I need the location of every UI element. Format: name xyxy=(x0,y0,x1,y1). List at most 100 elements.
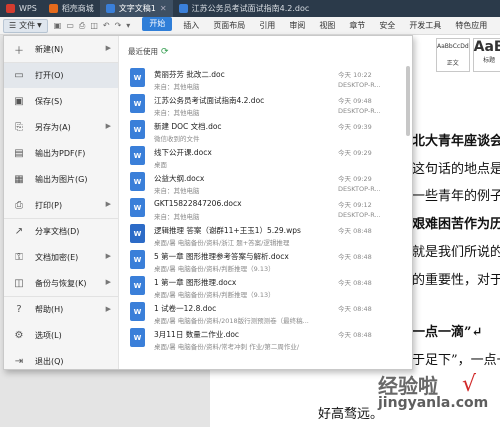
file-menu-item-7[interactable]: ↗ 分享文档(D) xyxy=(4,218,118,244)
file-menu-item-10[interactable]: ? 帮助(H) ▶ xyxy=(4,296,118,322)
recent-file-time: 今天 08:48 xyxy=(338,279,372,287)
file-menu-item-5[interactable]: ▦ 输出为图片(G) xyxy=(4,166,118,192)
preview-icon[interactable]: ◫ xyxy=(90,21,98,31)
recent-file-time: 今天 09:39 xyxy=(338,123,372,131)
save-icon: ▣ xyxy=(14,95,24,107)
file-menu-item-label: 选项(L) xyxy=(35,330,62,340)
recent-file-name: 新建 DOC 文档.doc xyxy=(154,122,222,131)
new-icon: ＋ xyxy=(14,45,24,57)
file-menu-item-label: 分享文档(D) xyxy=(35,227,80,236)
pdf-icon: ▤ xyxy=(14,147,24,159)
file-menu-item-label: 保存(S) xyxy=(35,96,63,106)
open-folder-icon: ▭ xyxy=(14,70,24,81)
document-text-line: 就是我们所说的困 xyxy=(412,245,500,260)
ribbon-menu-bar: ☰ 文件 ▼ ▣ ▭ ⎙ ◫ ↶ ↷ ▾ 开始 插入 页面布局 引用 审阅 视图 章节 安全 开发工… xyxy=(0,16,500,35)
scrollbar[interactable] xyxy=(406,66,410,136)
file-menu-item-9[interactable]: ◫ 备份与恢复(K) ▶ xyxy=(4,270,118,296)
encrypt-icon: ⚿ xyxy=(15,251,23,263)
watermark-url: jingyanla.com xyxy=(378,395,489,411)
recent-file-name: 5 第一章 图形推理参考答案与解析.docx xyxy=(154,252,289,261)
ribbon-tab-4[interactable]: 审阅 xyxy=(282,17,312,35)
file-menu-button[interactable]: ☰ 文件 ▼ xyxy=(3,18,48,33)
recent-file-name: GKT15822847206.docx xyxy=(154,199,242,208)
style-normal[interactable]: AaBbCcDd 正文 xyxy=(436,38,470,72)
recent-file-time: 今天 08:48 xyxy=(338,331,372,339)
recent-file-name: 线下公开课.docx xyxy=(154,148,212,157)
document-icon xyxy=(105,4,115,13)
more-icon[interactable]: ▾ xyxy=(126,21,130,31)
recent-file-device: DESKTOP-R... xyxy=(338,211,381,219)
print-icon[interactable]: ⎙ xyxy=(79,21,85,31)
recent-file-name: 逻辑推理 答案（谢群11+王玉1）5.29.wps xyxy=(154,226,301,235)
ribbon-tab-7[interactable]: 安全 xyxy=(372,17,402,35)
document-text-line: 这句话的地点是北 xyxy=(412,162,500,177)
style-title[interactable]: AaB 标题 xyxy=(472,38,500,72)
recent-file-time: 今天 09:29 xyxy=(338,175,372,183)
quick-access-toolbar: ▣ ▭ ⎙ ◫ ↶ ↷ ▾ xyxy=(54,21,131,31)
doc-file-icon: W xyxy=(130,328,145,347)
tab-wps[interactable]: WPS xyxy=(0,0,43,17)
doc-file-icon: W xyxy=(130,302,145,321)
file-menu-item-11[interactable]: ⚙ 选项(L) xyxy=(4,322,118,348)
chevron-right-icon: ▶ xyxy=(105,252,111,260)
document-text-line: 好高骛远。 xyxy=(318,407,384,422)
file-menu-item-4[interactable]: ▤ 输出为PDF(F) xyxy=(4,140,118,166)
ribbon-tab-6[interactable]: 章节 xyxy=(342,17,372,35)
doc-file-icon: W xyxy=(130,276,145,295)
file-menu-item-1[interactable]: ▭ 打开(O) xyxy=(4,62,118,88)
file-menu-item-8[interactable]: ⚿ 文档加密(E) ▶ xyxy=(4,244,118,270)
doc-file-icon: W xyxy=(130,172,145,191)
document-text-line: 一些青年的例子作 xyxy=(412,189,500,204)
file-menu-item-0[interactable]: ＋ 新建(N) ▶ xyxy=(4,36,118,62)
doc-file-icon: W xyxy=(130,146,145,165)
save-icon[interactable]: ▣ xyxy=(54,21,62,31)
tab-document-2[interactable]: 江苏公务员考试面试指南4.2.doc xyxy=(173,0,316,17)
ribbon-tab-8[interactable]: 开发工具 xyxy=(402,17,448,35)
chevron-right-icon: ▶ xyxy=(105,305,111,313)
recent-file-item[interactable]: W 3月11日 数量二作业.doc 桌面/暑 电脑备份/资料/常考冲刺 作业/第二周… xyxy=(120,324,404,354)
doc-file-icon: W xyxy=(130,94,145,113)
ribbon-tab-0[interactable]: 开始 xyxy=(142,16,173,31)
doc-file-icon: W xyxy=(130,68,145,87)
chevron-right-icon: ▶ xyxy=(105,278,111,286)
redo-icon[interactable]: ↷ xyxy=(115,21,122,31)
undo-icon[interactable]: ↶ xyxy=(103,21,110,31)
file-menu-item-3[interactable]: ⎘ 另存为(A) ▶ xyxy=(4,114,118,140)
ribbon-tab-1[interactable]: 插入 xyxy=(176,17,206,35)
ribbon-tab-9[interactable]: 特色应用 xyxy=(448,17,494,35)
recent-file-name: 江苏公务员考试面试指南4.2.doc xyxy=(154,96,265,105)
file-menu-item-label: 打开(O) xyxy=(35,71,64,80)
recent-file-time: 今天 09:48 xyxy=(338,97,372,105)
doc-file-icon: W xyxy=(130,120,145,139)
document-text-line: 北大青年座谈会上 xyxy=(412,134,500,149)
recent-file-time: 今天 08:48 xyxy=(338,227,372,235)
recent-file-name: 公益大纲.docx xyxy=(154,174,205,183)
exit-icon: ⇥ xyxy=(14,355,24,367)
chevron-right-icon: ▶ xyxy=(105,44,111,52)
file-menu-item-label: 退出(Q) xyxy=(35,356,64,366)
recent-file-path: 桌面/暑 电脑备份/资料/常考冲刺 作业/第二周作业/ xyxy=(154,343,300,351)
recent-files-panel: 最近使用 ⟳ W 黄丽芬芳 批改二.doc 来自：其他电脑 今天 10:22 DESKTO… xyxy=(120,36,412,369)
refresh-icon[interactable]: ⟳ xyxy=(161,47,169,57)
chevron-down-icon: ▼ xyxy=(37,22,42,29)
file-menu-item-2[interactable]: ▣ 保存(S) xyxy=(4,88,118,114)
file-menu-item-12[interactable]: ⇥ 退出(Q) xyxy=(4,348,118,374)
doc-file-icon: W xyxy=(130,250,145,269)
ribbon-tab-3[interactable]: 引用 xyxy=(252,17,282,35)
tab-docer-store[interactable]: 稻壳商城 xyxy=(43,0,100,17)
file-menu-item-6[interactable]: ⎙ 打印(P) ▶ xyxy=(4,192,118,218)
open-icon[interactable]: ▭ xyxy=(66,21,74,31)
tab-document-1[interactable]: 文字文稿1 ✕ xyxy=(99,0,173,17)
options-icon: ⚙ xyxy=(14,329,24,341)
wps-logo-icon xyxy=(6,4,15,13)
document-text-line: 于足下”，一点一 xyxy=(412,353,500,368)
ribbon-tab-5[interactable]: 视图 xyxy=(312,17,342,35)
close-tab-icon[interactable]: ✕ xyxy=(160,4,167,13)
image-icon: ▦ xyxy=(14,173,24,185)
hamburger-icon: ☰ xyxy=(9,21,17,30)
file-menu-item-label: 另存为(A) xyxy=(35,122,71,132)
file-menu-item-label: 打印(P) xyxy=(35,200,63,210)
file-menu-item-label: 新建(N) xyxy=(35,44,64,54)
ribbon-tab-2[interactable]: 页面布局 xyxy=(206,17,252,35)
recent-file-time: 今天 08:48 xyxy=(338,305,372,313)
